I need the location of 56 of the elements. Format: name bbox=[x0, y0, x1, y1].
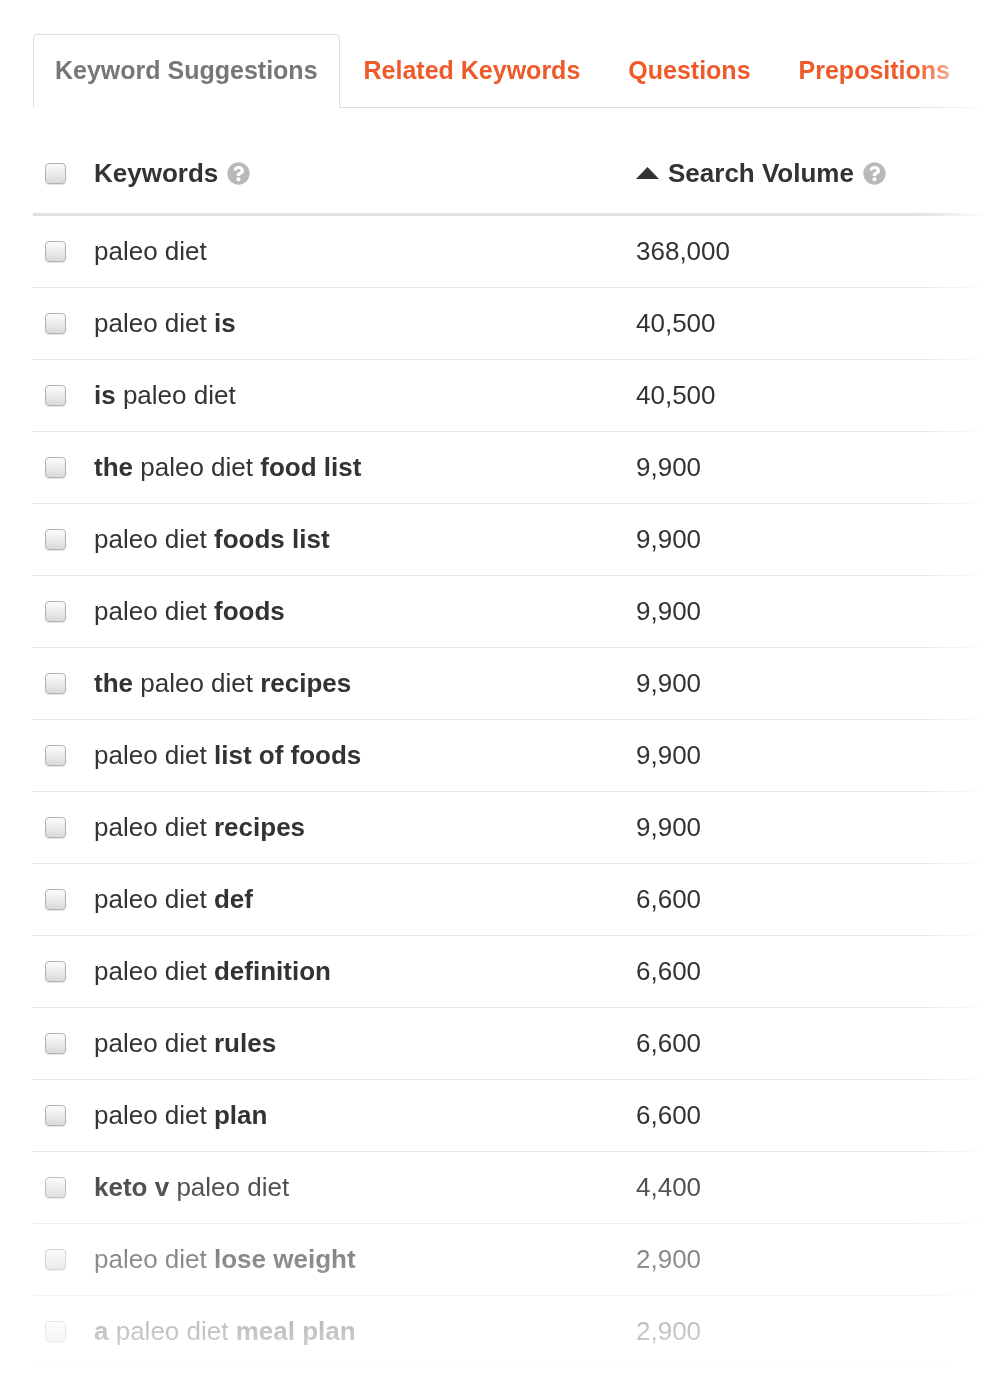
keyword-text: paleo diet definition bbox=[94, 956, 331, 986]
keyword-text: paleo diet foods bbox=[94, 596, 285, 626]
search-volume-text: 6,600 bbox=[636, 1100, 702, 1130]
search-volume-text: 9,900 bbox=[636, 596, 702, 626]
tab[interactable]: Questions bbox=[604, 34, 775, 107]
keyword-text: is paleo diet bbox=[94, 380, 236, 410]
keyword-text: paleo diet rules bbox=[94, 1028, 277, 1058]
checkbox[interactable] bbox=[45, 162, 66, 184]
checkbox[interactable] bbox=[45, 1177, 66, 1198]
checkbox[interactable] bbox=[45, 745, 66, 766]
checkbox[interactable] bbox=[45, 601, 66, 622]
search-volume-text: 9,900 bbox=[636, 668, 702, 698]
search-volume-text: 4,400 bbox=[636, 1172, 702, 1202]
checkbox[interactable] bbox=[45, 961, 66, 982]
checkbox[interactable] bbox=[45, 529, 66, 550]
search-volume-text: 6,600 bbox=[636, 884, 702, 914]
keyword-text: paleo diet is bbox=[94, 308, 236, 338]
keyword-text: paleo diet lose weight bbox=[94, 1244, 356, 1274]
keyword-text: paleo diet foods list bbox=[94, 524, 330, 554]
keyword-text: paleo diet list of foods bbox=[94, 740, 362, 770]
tab[interactable]: Keyword Suggestions bbox=[33, 34, 340, 108]
search-volume-text: 40,500 bbox=[636, 380, 716, 410]
keyword-text: the paleo diet food list bbox=[94, 452, 362, 482]
checkbox[interactable] bbox=[45, 1249, 66, 1270]
checkbox[interactable] bbox=[45, 1105, 66, 1126]
checkbox[interactable] bbox=[45, 817, 66, 838]
checkbox[interactable] bbox=[45, 1033, 66, 1054]
tab[interactable]: Related Keywords bbox=[339, 34, 605, 107]
search-volume-text: 9,900 bbox=[636, 452, 702, 482]
keyword-text: the paleo diet recipes bbox=[94, 668, 352, 698]
column-header[interactable]: Keywords bbox=[94, 158, 219, 188]
search-volume-text: 40,500 bbox=[636, 308, 716, 338]
keyword-text: paleo diet plan bbox=[94, 1100, 268, 1130]
column-header[interactable]: Search Volume bbox=[636, 158, 854, 188]
checkbox[interactable] bbox=[45, 385, 66, 406]
tab[interactable]: Prepositions bbox=[774, 34, 974, 107]
help-icon[interactable] bbox=[227, 161, 251, 185]
search-volume-text: 2,900 bbox=[636, 1244, 702, 1274]
checkbox[interactable] bbox=[45, 241, 66, 262]
help-icon[interactable] bbox=[862, 161, 886, 185]
checkbox[interactable] bbox=[45, 313, 66, 334]
checkbox[interactable] bbox=[45, 889, 66, 910]
search-volume-text: 368,000 bbox=[636, 236, 730, 266]
checkbox[interactable] bbox=[45, 1321, 66, 1342]
search-volume-text: 9,900 bbox=[636, 524, 702, 554]
keyword-text: paleo diet bbox=[94, 236, 207, 266]
keyword-text: keto v paleo diet bbox=[94, 1172, 290, 1202]
search-volume-text: 6,600 bbox=[636, 956, 702, 986]
checkbox[interactable] bbox=[45, 673, 66, 694]
search-volume-text: 9,900 bbox=[636, 812, 702, 842]
search-volume-text: 6,600 bbox=[636, 1028, 702, 1058]
search-volume-text: 2,900 bbox=[636, 1316, 702, 1346]
keyword-text: paleo diet def bbox=[94, 884, 253, 914]
checkbox[interactable] bbox=[45, 457, 66, 478]
search-volume-text: 9,900 bbox=[636, 740, 702, 770]
keyword-text: paleo diet recipes bbox=[94, 812, 306, 842]
